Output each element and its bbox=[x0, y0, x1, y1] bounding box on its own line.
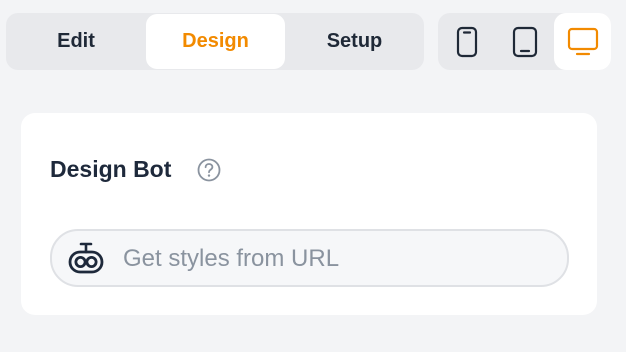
device-preview-toggle bbox=[438, 13, 611, 70]
tab-edit[interactable]: Edit bbox=[7, 14, 145, 69]
design-bot-title: Design Bot bbox=[50, 156, 172, 182]
editor-tab-group: Edit Design Setup bbox=[6, 13, 424, 70]
tablet-icon bbox=[512, 26, 537, 57]
style-url-placeholder: Get styles from URL bbox=[123, 245, 340, 272]
question-circle-icon[interactable] bbox=[197, 158, 221, 182]
tab-design[interactable]: Design bbox=[146, 14, 285, 69]
phone-icon bbox=[456, 26, 477, 57]
device-phone-button[interactable] bbox=[438, 13, 495, 70]
desktop-icon bbox=[567, 27, 598, 55]
bot-icon bbox=[68, 242, 104, 274]
design-bot-card: Design Bot Get styles from URL bbox=[21, 113, 597, 315]
device-tablet-button[interactable] bbox=[496, 13, 553, 70]
device-desktop-button[interactable] bbox=[554, 13, 611, 70]
tab-setup[interactable]: Setup bbox=[286, 14, 423, 69]
style-url-input[interactable]: Get styles from URL bbox=[50, 229, 569, 287]
